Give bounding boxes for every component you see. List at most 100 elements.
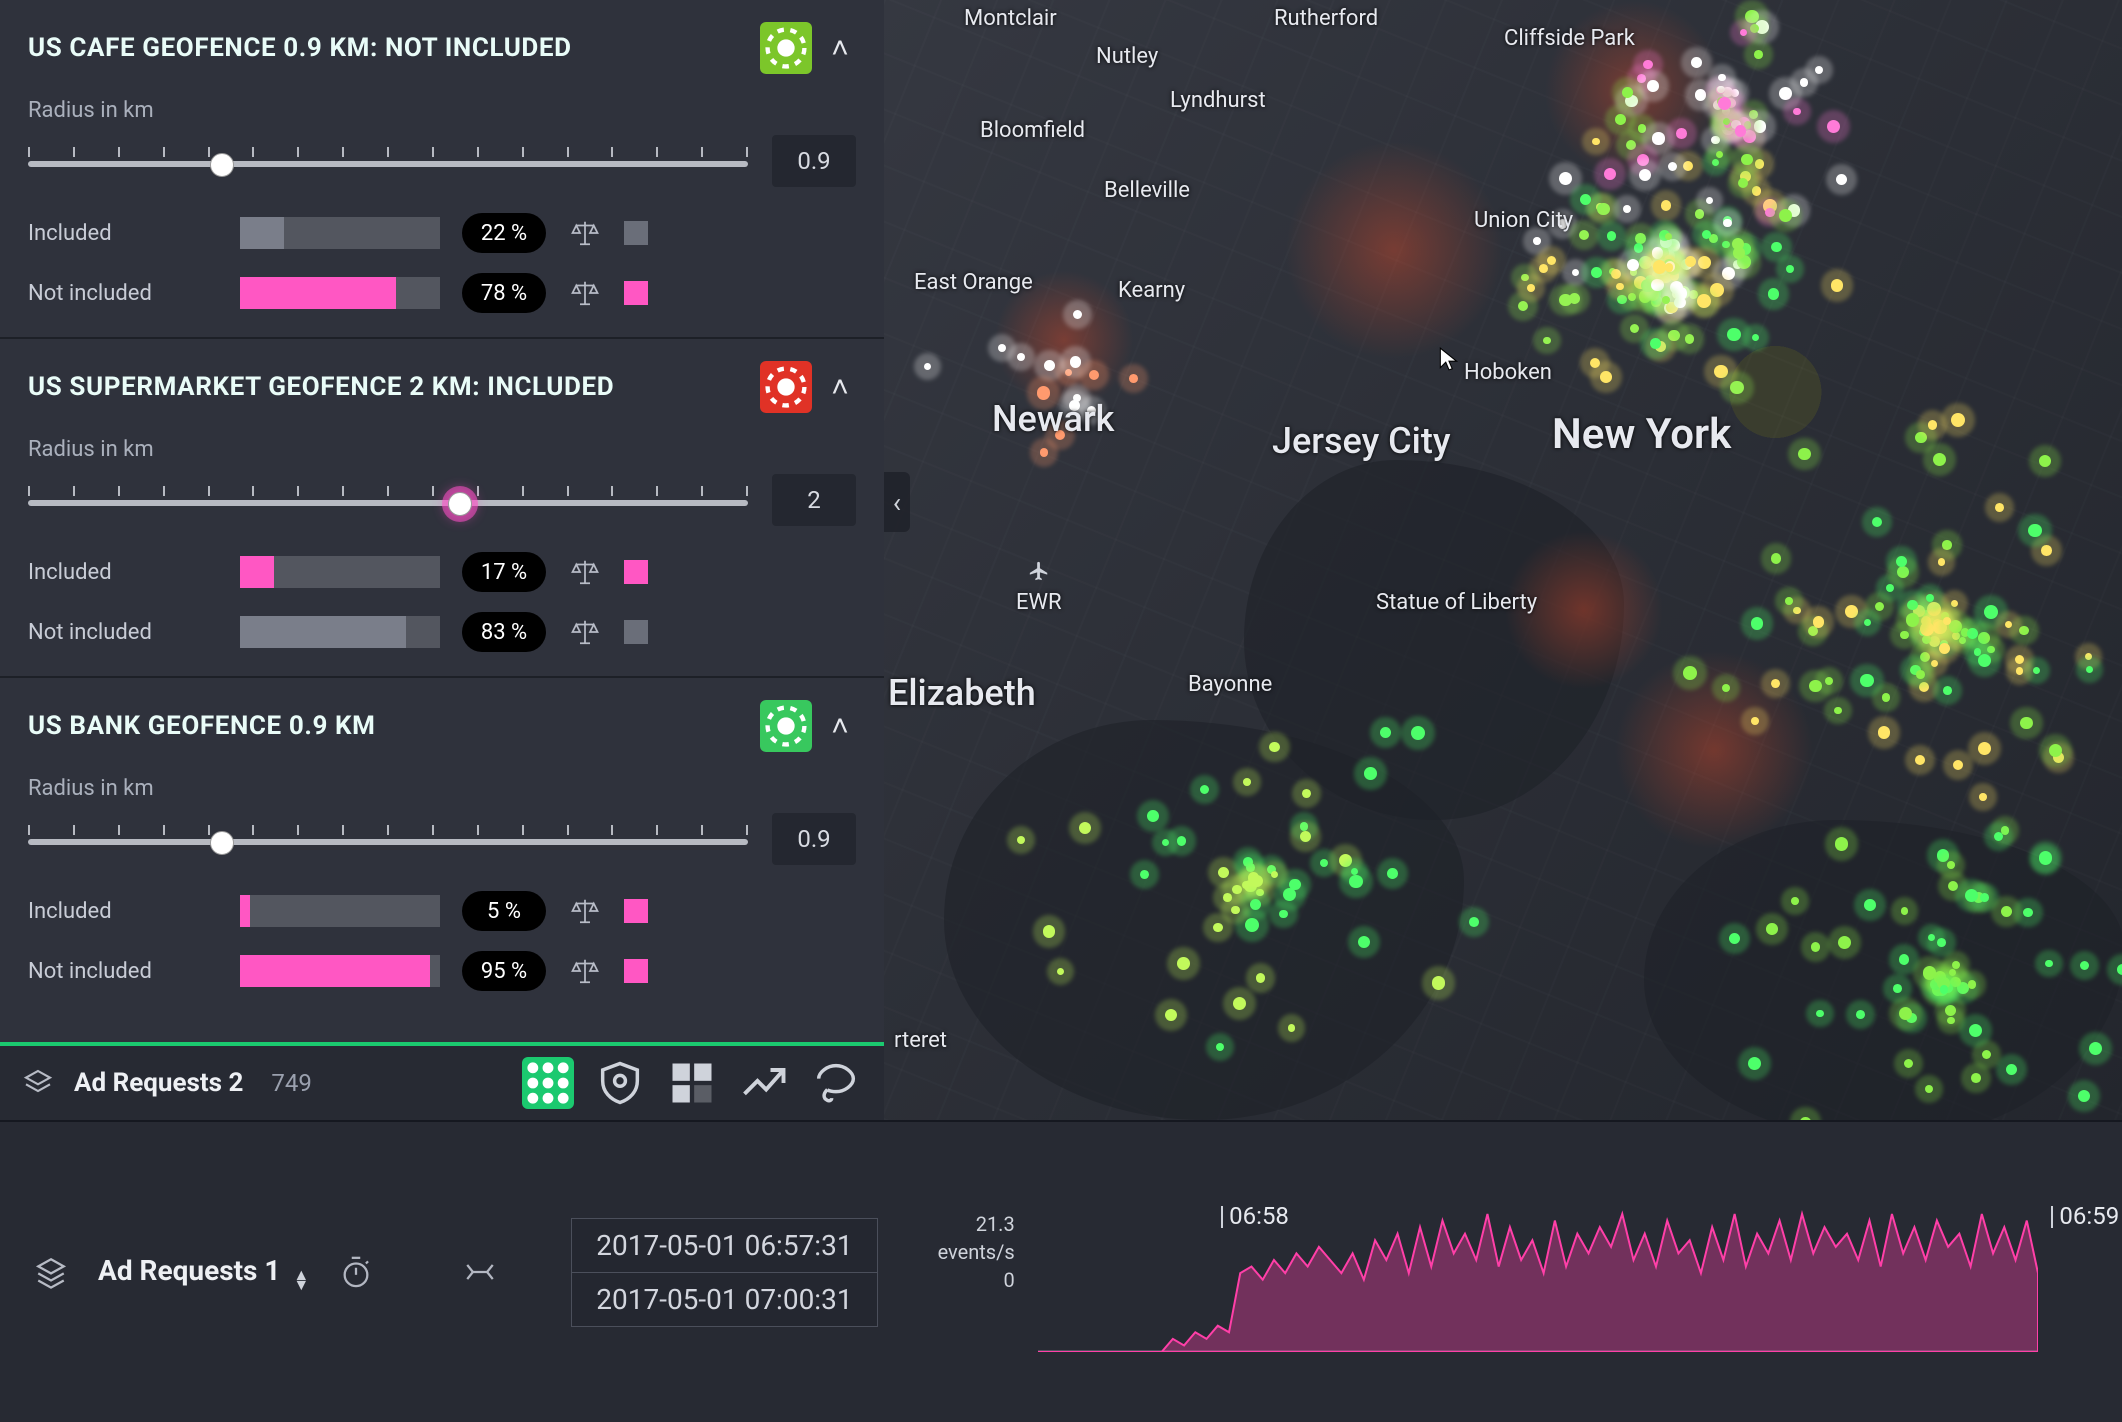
data-point bbox=[1872, 517, 1882, 527]
data-point bbox=[1591, 267, 1602, 278]
data-point bbox=[1040, 448, 1048, 456]
geofence-icon[interactable] bbox=[760, 22, 812, 74]
balance-icon[interactable] bbox=[568, 896, 602, 926]
data-point bbox=[1748, 1057, 1761, 1070]
data-point bbox=[1994, 832, 2003, 841]
timeline-chart[interactable]: 21.3 events/s 0 06:5806:59 bbox=[918, 1192, 2102, 1352]
layers-icon bbox=[34, 1255, 68, 1289]
panel-title[interactable]: US BANK GEOFENCE 0.9 KM bbox=[28, 711, 748, 741]
data-point bbox=[1953, 760, 1963, 770]
color-swatch[interactable] bbox=[624, 899, 648, 923]
data-point bbox=[1875, 602, 1884, 611]
data-point bbox=[1600, 371, 1612, 383]
radius-slider[interactable] bbox=[28, 819, 748, 859]
data-point bbox=[1978, 742, 1991, 755]
data-point bbox=[1766, 923, 1778, 935]
split-pct: 22 % bbox=[462, 213, 546, 253]
data-point bbox=[1662, 296, 1670, 304]
stopwatch-icon[interactable] bbox=[339, 1255, 373, 1289]
data-point bbox=[1752, 334, 1760, 342]
color-swatch[interactable] bbox=[624, 281, 648, 305]
balance-icon[interactable] bbox=[568, 557, 602, 587]
color-swatch[interactable] bbox=[624, 959, 648, 983]
radius-slider[interactable] bbox=[28, 480, 748, 520]
shuffle-icon[interactable] bbox=[463, 1255, 497, 1289]
map-label: Hoboken bbox=[1464, 360, 1552, 385]
geofence-icon[interactable] bbox=[760, 361, 812, 413]
sort-caret-icon[interactable]: ▲▼ bbox=[293, 1270, 309, 1290]
slider-thumb[interactable] bbox=[210, 831, 234, 855]
time-from[interactable]: 2017-05-01 06:57:31 bbox=[572, 1219, 876, 1272]
data-point bbox=[1943, 617, 1952, 626]
data-point bbox=[1665, 233, 1672, 240]
data-point bbox=[1723, 219, 1732, 228]
data-point bbox=[1904, 1059, 1913, 1068]
data-point bbox=[1231, 906, 1240, 915]
chevron-up-icon[interactable]: ˄ bbox=[824, 709, 856, 744]
data-point bbox=[1816, 1010, 1823, 1017]
data-point bbox=[1860, 674, 1873, 687]
data-point bbox=[1730, 381, 1744, 395]
data-point bbox=[1938, 558, 1946, 566]
time-to[interactable]: 2017-05-01 07:00:31 bbox=[572, 1272, 876, 1326]
panel-title[interactable]: US SUPERMARKET GEOFENCE 2 KM: INCLUDED bbox=[28, 372, 748, 402]
data-point bbox=[1079, 822, 1091, 834]
sidebar-collapse-button[interactable]: ‹ bbox=[884, 472, 910, 532]
map-label: Union City bbox=[1474, 208, 1573, 233]
data-point bbox=[2005, 621, 2013, 629]
data-point bbox=[1768, 288, 1779, 299]
chevron-up-icon[interactable]: ˄ bbox=[824, 370, 856, 405]
time-range[interactable]: 2017-05-01 06:57:31 2017-05-01 07:00:31 bbox=[571, 1218, 877, 1327]
data-point bbox=[1925, 1085, 1933, 1093]
slider-thumb[interactable] bbox=[210, 153, 234, 177]
data-point bbox=[1533, 237, 1541, 245]
radius-value[interactable]: 2 bbox=[772, 474, 856, 526]
lasso-view-button[interactable] bbox=[810, 1057, 862, 1109]
color-swatch[interactable] bbox=[624, 560, 648, 584]
data-point bbox=[1940, 985, 1949, 994]
data-point bbox=[1968, 980, 1977, 989]
trend-view-button[interactable] bbox=[738, 1057, 790, 1109]
panel-title[interactable]: US CAFE GEOFENCE 0.9 KM: NOT INCLUDED bbox=[28, 33, 748, 63]
data-point bbox=[1213, 923, 1223, 933]
split-row-0: Included 17 % bbox=[28, 546, 856, 598]
data-point bbox=[1279, 910, 1288, 919]
balance-icon[interactable] bbox=[568, 278, 602, 308]
map-label: Newark bbox=[992, 398, 1114, 440]
data-point bbox=[1358, 936, 1370, 948]
layer-title[interactable]: Ad Requests 2 bbox=[74, 1068, 243, 1098]
split-bar bbox=[240, 616, 440, 648]
balance-icon[interactable] bbox=[568, 617, 602, 647]
data-point bbox=[1939, 643, 1950, 654]
geofence-icon[interactable] bbox=[760, 700, 812, 752]
radius-slider[interactable] bbox=[28, 141, 748, 181]
data-point bbox=[1320, 859, 1328, 867]
balance-icon[interactable] bbox=[568, 218, 602, 248]
data-point bbox=[1741, 154, 1752, 165]
balance-icon[interactable] bbox=[568, 956, 602, 986]
data-point bbox=[924, 363, 931, 370]
data-point bbox=[1740, 29, 1748, 37]
data-point bbox=[1838, 936, 1852, 950]
data-point bbox=[2080, 961, 2089, 970]
data-point bbox=[1906, 613, 1920, 627]
radius-value[interactable]: 0.9 bbox=[772, 135, 856, 187]
data-point bbox=[1813, 616, 1824, 627]
data-point bbox=[1411, 726, 1425, 740]
chevron-up-icon[interactable]: ˄ bbox=[824, 31, 856, 66]
data-point bbox=[998, 344, 1006, 352]
data-point bbox=[1779, 209, 1792, 222]
footer-layer-title[interactable]: Ad Requests 1 ▲▼ bbox=[98, 1254, 309, 1290]
slider-thumb[interactable] bbox=[448, 492, 472, 516]
map[interactable]: ‹ MontclairNutleyRutherfordCliffside Par… bbox=[884, 0, 2122, 1120]
shield-view-button[interactable] bbox=[594, 1057, 646, 1109]
tiles-view-button[interactable] bbox=[666, 1057, 718, 1109]
color-swatch[interactable] bbox=[624, 620, 648, 644]
color-swatch[interactable] bbox=[624, 221, 648, 245]
data-point bbox=[1177, 957, 1190, 970]
radius-value[interactable]: 0.9 bbox=[772, 813, 856, 865]
map-label: Nutley bbox=[1096, 44, 1158, 69]
data-point bbox=[1893, 984, 1902, 993]
map-label: Montclair bbox=[964, 6, 1057, 31]
grid-view-button[interactable] bbox=[522, 1057, 574, 1109]
